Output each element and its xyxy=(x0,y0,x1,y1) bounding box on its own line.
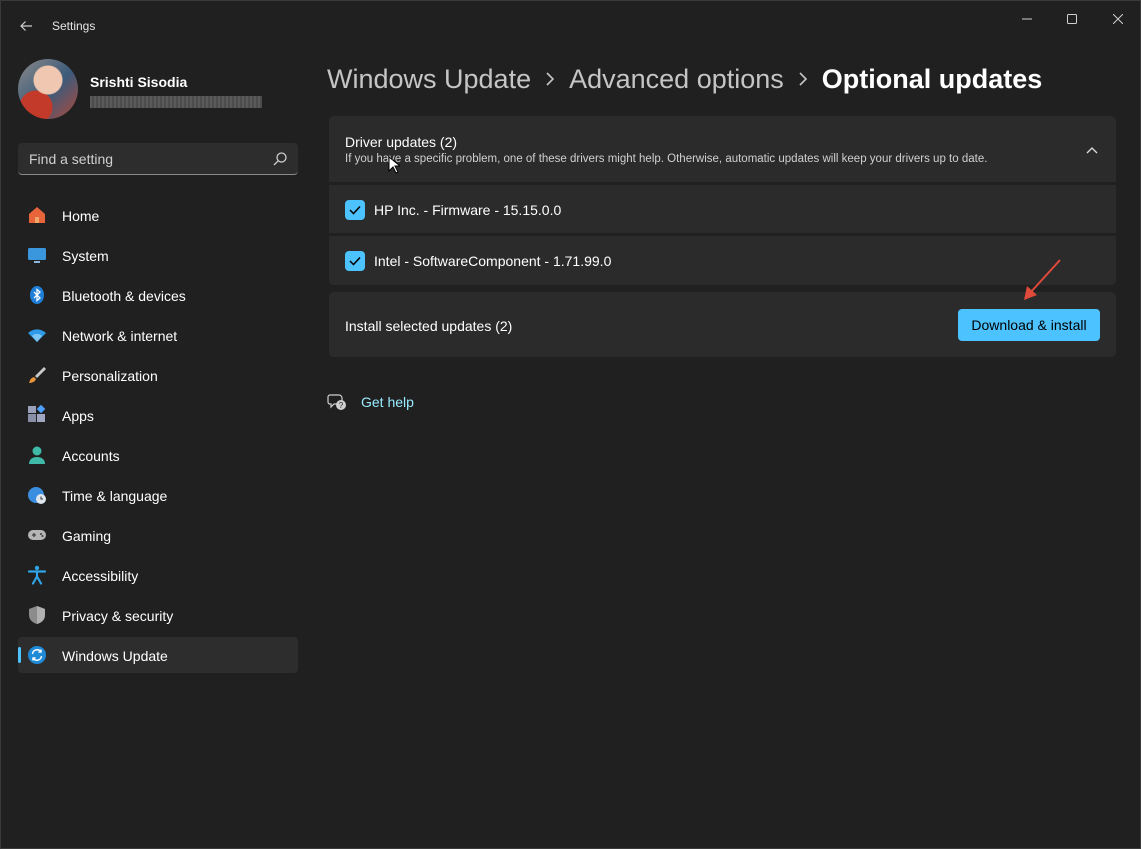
page-title: Optional updates xyxy=(821,63,1043,94)
minimize-icon xyxy=(1022,18,1032,20)
checkmark-icon xyxy=(349,256,361,266)
driver-updates-header[interactable]: Driver updates (2) If you have a specifi… xyxy=(329,116,1116,182)
sidebar-item-label: Bluetooth & devices xyxy=(62,288,186,304)
breadcrumb: Windows Update Advanced options Optional… xyxy=(327,59,1042,99)
sidebar-item-network[interactable]: Network & internet xyxy=(18,317,298,353)
maximize-icon xyxy=(1067,14,1077,24)
user-name: Srishti Sisodia xyxy=(90,74,188,90)
sidebar-item-apps[interactable]: Apps xyxy=(18,397,298,433)
sidebar-item-label: Home xyxy=(62,208,100,224)
sidebar-item-accessibility[interactable]: Accessibility xyxy=(18,557,298,593)
help-chat-icon: ? xyxy=(327,394,346,410)
breadcrumb-advanced-options[interactable]: Advanced options xyxy=(569,64,784,95)
checkmark-icon xyxy=(349,205,361,215)
app-title: Settings xyxy=(52,19,96,33)
sidebar-item-windows-update[interactable]: Windows Update xyxy=(18,637,298,673)
person-icon xyxy=(27,445,47,465)
chevron-right-icon xyxy=(798,72,808,86)
sidebar-item-label: Apps xyxy=(62,408,94,424)
annotation-arrow-icon xyxy=(1024,259,1061,300)
sidebar-item-label: Accounts xyxy=(62,448,120,464)
close-icon xyxy=(1113,14,1123,24)
gamepad-icon xyxy=(27,525,47,545)
update-checkbox[interactable] xyxy=(345,200,365,220)
driver-updates-description: If you have a specific problem, one of t… xyxy=(345,153,988,165)
brush-icon xyxy=(27,365,47,385)
get-help-link[interactable]: Get help xyxy=(361,394,414,410)
sidebar-item-label: Accessibility xyxy=(62,568,139,584)
back-arrow-icon xyxy=(20,21,32,31)
driver-updates-title: Driver updates (2) xyxy=(345,134,458,150)
sidebar-item-home[interactable]: Home xyxy=(18,197,298,233)
user-profile[interactable]: Srishti Sisodia xyxy=(18,59,298,121)
install-label: Install selected updates (2) xyxy=(345,318,513,334)
update-label: HP Inc. - Firmware - 15.15.0.0 xyxy=(374,202,562,218)
sidebar-item-label: Windows Update xyxy=(62,648,168,664)
search-icon[interactable] xyxy=(272,151,288,167)
update-label: Intel - SoftwareComponent - 1.71.99.0 xyxy=(374,253,612,269)
sidebar-item-personalization[interactable]: Personalization xyxy=(18,357,298,393)
home-icon xyxy=(27,205,47,225)
sidebar-item-label: Time & language xyxy=(62,488,168,504)
maximize-button[interactable] xyxy=(1049,7,1095,31)
minimize-button[interactable] xyxy=(1004,7,1050,31)
sidebar-nav: Home System Bluetooth & devices Network … xyxy=(18,197,298,677)
title-bar: Settings xyxy=(1,1,1141,51)
globe-clock-icon xyxy=(27,485,47,505)
sidebar-item-label: System xyxy=(62,248,109,264)
get-help[interactable]: ? Get help xyxy=(327,391,414,413)
sidebar-item-label: Gaming xyxy=(62,528,112,544)
bluetooth-icon xyxy=(27,285,47,305)
sync-icon xyxy=(27,645,47,665)
redacted-email xyxy=(90,96,262,108)
sidebar-item-label: Privacy & security xyxy=(62,608,174,624)
update-checkbox[interactable] xyxy=(345,251,365,271)
collapse-button[interactable] xyxy=(1082,140,1102,160)
list-item: Intel - SoftwareComponent - 1.71.99.0 xyxy=(329,234,1116,285)
sidebar-item-accounts[interactable]: Accounts xyxy=(18,437,298,473)
sidebar-item-label: Personalization xyxy=(62,368,158,384)
monitor-icon xyxy=(27,245,47,265)
breadcrumb-windows-update[interactable]: Windows Update xyxy=(327,64,531,95)
sidebar-item-label: Network & internet xyxy=(62,328,178,344)
mouse-cursor-icon xyxy=(388,156,400,174)
install-card: Install selected updates (2) Download & … xyxy=(329,292,1116,357)
wifi-icon xyxy=(27,325,47,345)
svg-text:?: ? xyxy=(339,401,344,410)
download-install-button[interactable]: Download & install xyxy=(958,309,1100,341)
sidebar-item-privacy[interactable]: Privacy & security xyxy=(18,597,298,633)
sidebar-item-gaming[interactable]: Gaming xyxy=(18,517,298,553)
search-input[interactable] xyxy=(18,143,268,174)
avatar xyxy=(18,59,78,119)
settings-window: Settings Srishti Sisodia Home xyxy=(0,0,1141,849)
shield-icon xyxy=(27,605,47,625)
chevron-up-icon xyxy=(1086,147,1098,154)
close-button[interactable] xyxy=(1095,7,1141,31)
search-box xyxy=(18,143,298,175)
sidebar-item-time-language[interactable]: Time & language xyxy=(18,477,298,513)
list-item: HP Inc. - Firmware - 15.15.0.0 xyxy=(329,183,1116,233)
back-button[interactable] xyxy=(13,13,39,39)
apps-icon xyxy=(27,405,47,425)
sidebar-item-system[interactable]: System xyxy=(18,237,298,273)
accessibility-icon xyxy=(27,565,47,585)
sidebar-item-bluetooth[interactable]: Bluetooth & devices xyxy=(18,277,298,313)
chevron-right-icon xyxy=(545,72,555,86)
